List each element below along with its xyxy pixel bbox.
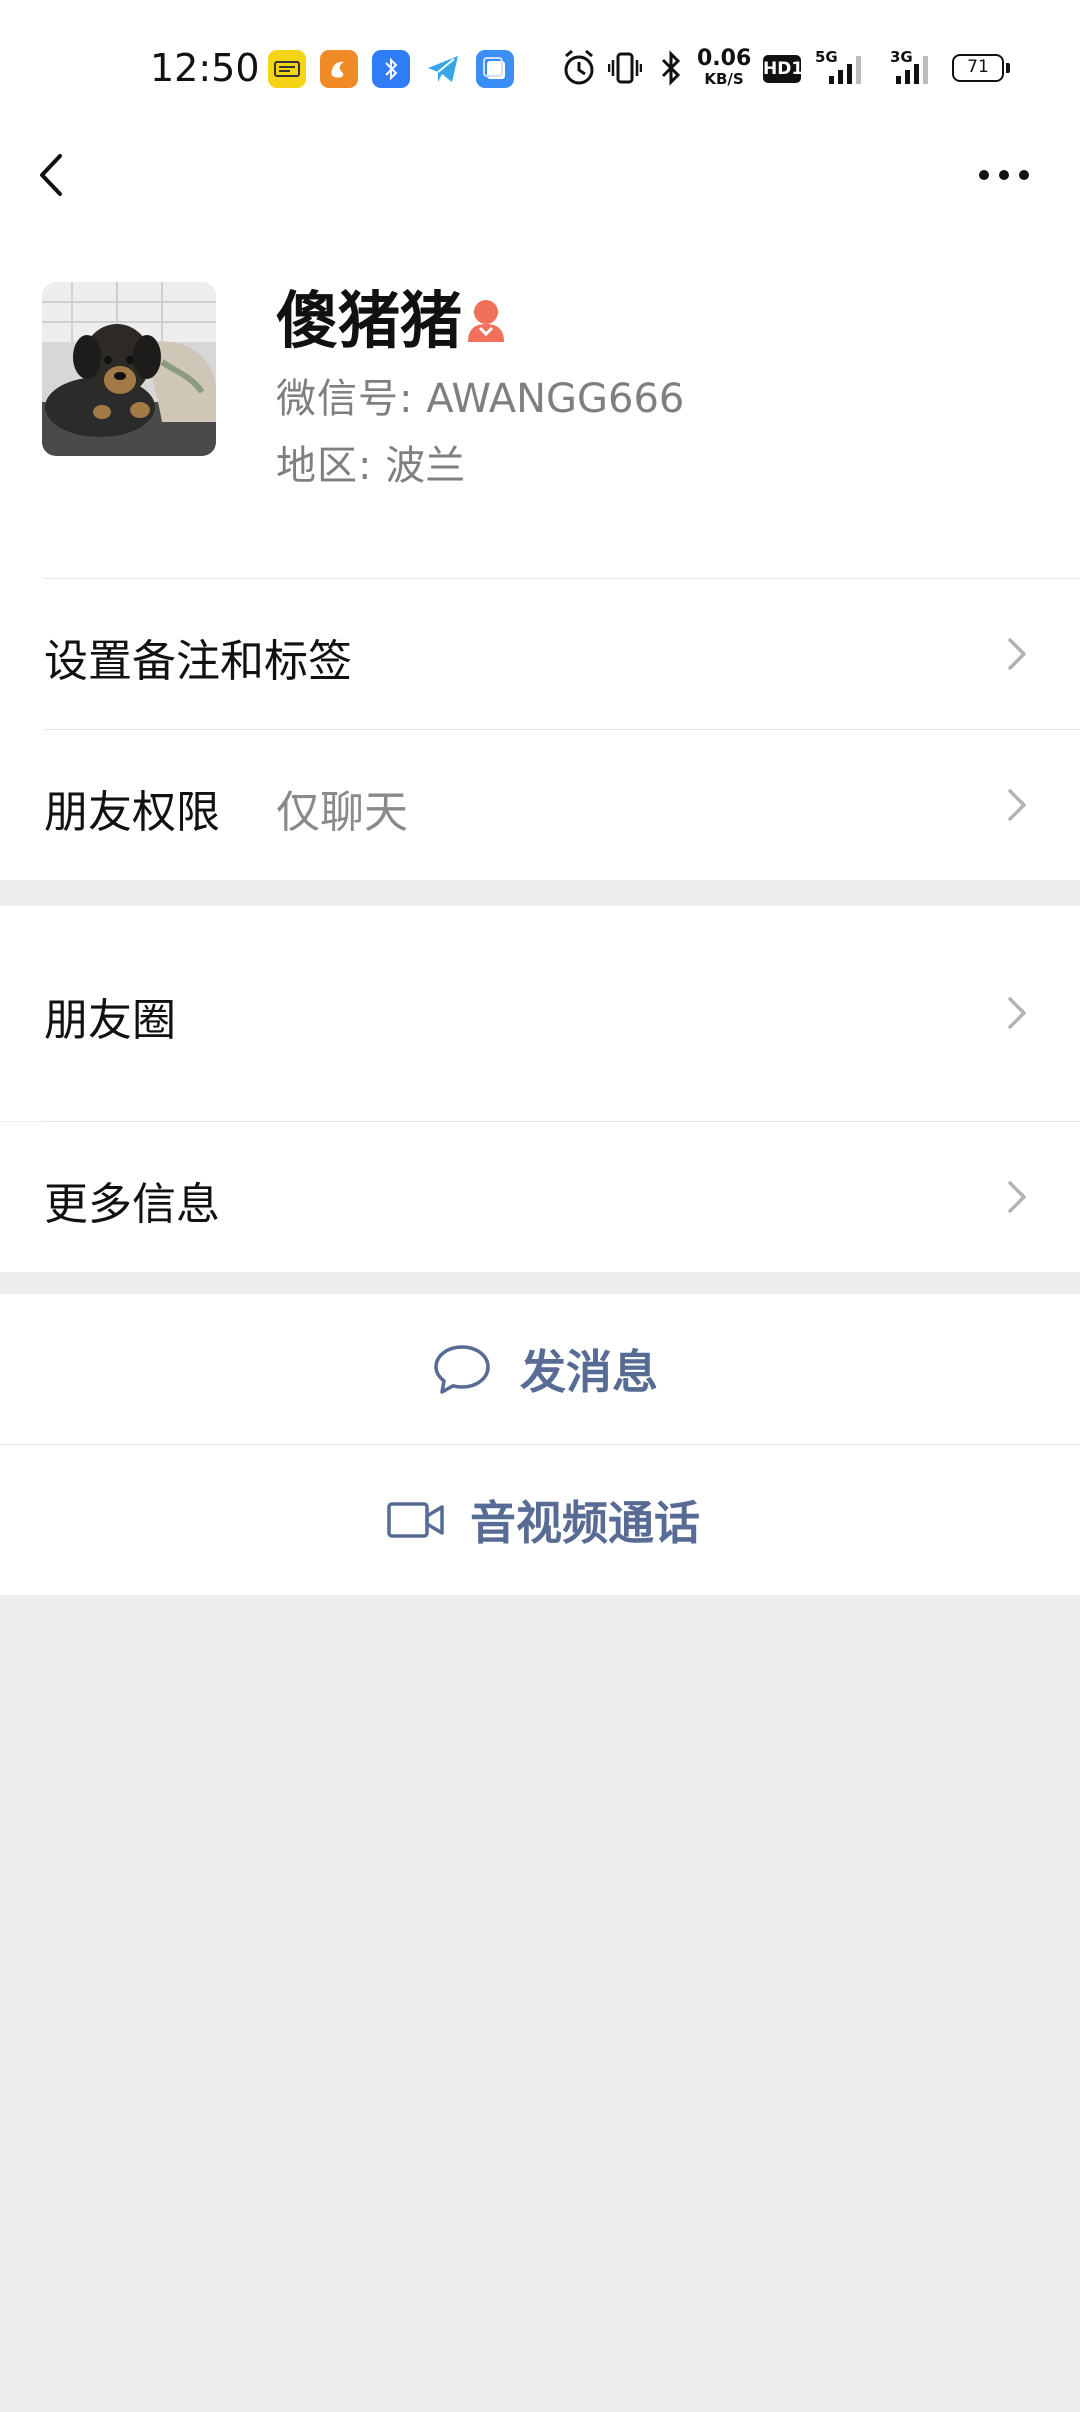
hd-badge: HD1 xyxy=(763,55,803,83)
chevron-left-icon xyxy=(40,154,62,196)
vibrate-icon xyxy=(608,52,642,84)
bluetooth-icon xyxy=(661,50,681,86)
moments-row[interactable]: 朋友圈 xyxy=(0,906,1080,1121)
window-app-icon xyxy=(476,50,514,88)
net-speed-value: 0.06 xyxy=(697,46,752,71)
signal-5g-icon: 5G xyxy=(815,48,875,88)
status-time: 12:50 xyxy=(150,46,260,90)
status-bar: 12:50 0.06 KB/S HD1 5G 3G 71 xyxy=(0,0,1080,136)
remark-tags-label: 设置备注和标签 xyxy=(44,636,352,687)
net-speed: 0.06 KB/S xyxy=(697,48,751,87)
signal-3g-icon: 3G xyxy=(890,48,950,88)
chevron-right-icon xyxy=(1008,997,1026,1029)
battery-level: 71 xyxy=(967,57,989,77)
send-message-label: 发消息 xyxy=(520,1345,658,1399)
net-speed-unit: KB/S xyxy=(704,70,744,88)
chevron-right-icon xyxy=(1008,1181,1026,1213)
more-info-label: 更多信息 xyxy=(44,1179,220,1230)
region: 地区: 波兰 xyxy=(276,438,465,494)
moments-label: 朋友圈 xyxy=(44,995,176,1046)
profile-name: 傻猪猪 xyxy=(276,284,463,357)
send-message-button[interactable]: 发消息 xyxy=(0,1294,1080,1444)
more-dots-icon xyxy=(979,170,1029,180)
friend-permissions-value: 仅聊天 xyxy=(276,787,408,838)
video-camera-icon xyxy=(387,1502,444,1538)
friend-permissions-label: 朋友权限 xyxy=(44,787,220,838)
more-info-row[interactable]: 更多信息 xyxy=(0,1122,1080,1272)
video-call-label: 音视频通话 xyxy=(470,1496,700,1550)
chevron-right-icon xyxy=(1008,789,1026,821)
chevron-right-icon xyxy=(1008,638,1026,670)
alarm-icon xyxy=(564,49,594,85)
remark-tags-row[interactable]: 设置备注和标签 xyxy=(0,579,1080,729)
bluetooth-app-icon xyxy=(372,50,410,88)
region-value: 波兰 xyxy=(385,443,466,489)
telegram-icon xyxy=(424,50,462,88)
chat-bubble-icon xyxy=(434,1345,490,1394)
avatar[interactable] xyxy=(42,282,216,456)
battery-icon: 71 xyxy=(952,54,1010,82)
back-button[interactable] xyxy=(30,140,80,210)
more-options-button[interactable] xyxy=(972,150,1036,200)
puppy-avatar-image xyxy=(42,282,216,456)
region-label: 地区: xyxy=(276,443,373,489)
wechat-id: 微信号: AWANGG666 xyxy=(276,371,684,427)
friend-permissions-row[interactable]: 朋友权限 仅聊天 xyxy=(0,730,1080,880)
wechat-id-label: 微信号: xyxy=(276,376,414,422)
wechat-id-value: AWANGG666 xyxy=(426,376,685,422)
female-gender-icon xyxy=(468,300,504,342)
news-app-icon xyxy=(268,50,306,88)
uc-browser-icon xyxy=(320,50,358,88)
video-call-button[interactable]: 音视频通话 xyxy=(0,1445,1080,1595)
